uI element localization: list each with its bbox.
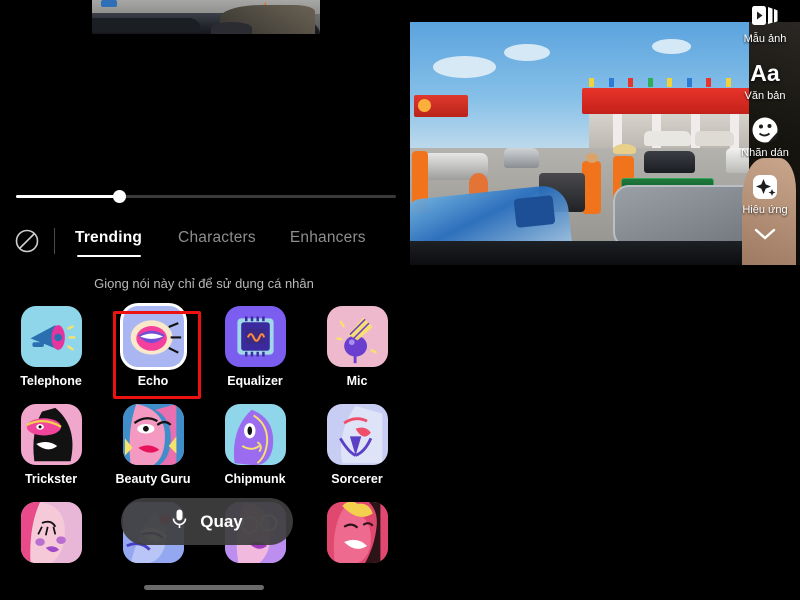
effect-item-mic[interactable]: Mic (306, 306, 408, 388)
sticker-smiley-icon (751, 116, 779, 144)
effect-label: Sorcerer (331, 472, 383, 486)
tab-divider (54, 228, 55, 254)
cloud (503, 43, 551, 61)
effect-label: Telephone (20, 374, 82, 388)
tab-characters-label: Characters (178, 229, 256, 246)
effect-item-sorcerer[interactable]: Sorcerer (306, 404, 408, 486)
tool-label: Văn bản (744, 90, 786, 102)
flag (608, 77, 614, 87)
video-preview-thumbnail[interactable] (92, 0, 320, 34)
bottle-label (513, 194, 556, 229)
cloud (433, 56, 496, 78)
effect-item-equalizer[interactable]: Equalizer (204, 306, 306, 388)
chipmunk-icon (224, 404, 286, 465)
megaphone-icon (20, 306, 82, 367)
chevron-down-icon[interactable] (752, 226, 778, 247)
mouth-lips-icon (122, 306, 184, 367)
tool-label: Hiệu ứng (742, 204, 788, 216)
billboard-logo (417, 98, 431, 112)
chip-waveform-icon (224, 306, 286, 367)
flag (589, 77, 595, 87)
tab-enhancers[interactable]: Enhancers (290, 229, 366, 253)
tab-trending[interactable]: Trending (75, 229, 142, 253)
text-aa-icon: Aa (750, 59, 780, 86)
flag (628, 77, 634, 87)
effect-label: Equalizer (227, 374, 283, 388)
tool-photo-template[interactable]: Mẫu ảnh (734, 2, 796, 45)
home-indicator (144, 585, 264, 590)
flag (647, 77, 653, 87)
flag (667, 77, 673, 87)
sparkle-effects-icon (751, 173, 779, 201)
effect-label: Trickster (24, 472, 78, 486)
car (644, 150, 695, 173)
dashboard-panel (92, 18, 202, 32)
voice-effect-tabs: Trending Characters Enhancers (0, 220, 408, 262)
truck (694, 131, 734, 146)
tool-sparkle-effects[interactable]: Hiệu ứng (734, 173, 796, 216)
masked-face-icon (20, 404, 82, 465)
microphone-icon (326, 306, 388, 367)
tab-enhancers-label: Enhancers (289, 229, 366, 246)
effect-item-trickster[interactable]: Trickster (0, 404, 102, 486)
tab-characters[interactable]: Characters (178, 229, 256, 253)
effect-item-chipmunk[interactable]: Chipmunk (204, 404, 306, 486)
flag (725, 77, 731, 87)
truck (644, 131, 691, 146)
tool-label: Mẫu ảnh (743, 33, 787, 45)
tool-text-aa[interactable]: Aa Văn bản (734, 59, 796, 103)
tool-sticker-smiley[interactable]: Nhãn dán (734, 116, 796, 159)
sorcerer-icon (326, 404, 388, 465)
slider-fill (16, 195, 119, 198)
effect-item-8[interactable] (0, 502, 102, 563)
effect-label: Chipmunk (224, 472, 286, 486)
tab-trending-label: Trending (75, 229, 142, 253)
car (503, 148, 539, 168)
editor-tool-rail: Mẫu ảnh Aa Văn bản Nhãn dán Hiệu ứng (734, 2, 796, 247)
voice-usage-note: Giọng nói này chỉ để sử dụng cá nhân (94, 276, 314, 291)
face-pink-icon (20, 502, 82, 563)
effect-item-telephone[interactable]: Telephone (0, 306, 102, 388)
right-panel-video-editor: Mẫu ảnhAaVăn bản Nhãn dán Hiệu ứng FPTSh… (410, 0, 800, 600)
flag (706, 77, 712, 87)
effect-label: Echo (137, 374, 169, 388)
dashcam-scene-thumbnail (92, 0, 320, 34)
slider-thumb[interactable] (112, 190, 126, 203)
effect-label: Beauty Guru (115, 472, 191, 486)
glam-face-icon (122, 404, 184, 465)
microphone-icon (171, 508, 188, 535)
record-button-label: Quay (200, 511, 243, 531)
effect-item-11[interactable] (306, 502, 408, 563)
worker-head (585, 153, 598, 163)
effect-item-beauty-guru[interactable]: Beauty Guru (102, 404, 204, 486)
cloud (651, 39, 691, 54)
blue-sign (101, 0, 118, 8)
flag (686, 77, 692, 87)
effect-label: Mic (346, 374, 368, 388)
photo-template-icon (751, 2, 779, 30)
app-screen: Trending Characters Enhancers Giọng nói … (0, 0, 800, 600)
left-panel-voice-effects: Trending Characters Enhancers Giọng nói … (0, 0, 408, 600)
worker-hat (612, 143, 637, 155)
rider-hand (210, 21, 252, 34)
effect-item-echo[interactable]: Echo (102, 306, 204, 388)
no-effect-ban-icon[interactable] (14, 228, 40, 254)
record-button[interactable]: Quay (121, 498, 293, 545)
face-devil-icon (326, 502, 388, 563)
voice-intensity-slider[interactable] (16, 188, 396, 206)
tool-label: Nhãn dán (741, 147, 789, 159)
